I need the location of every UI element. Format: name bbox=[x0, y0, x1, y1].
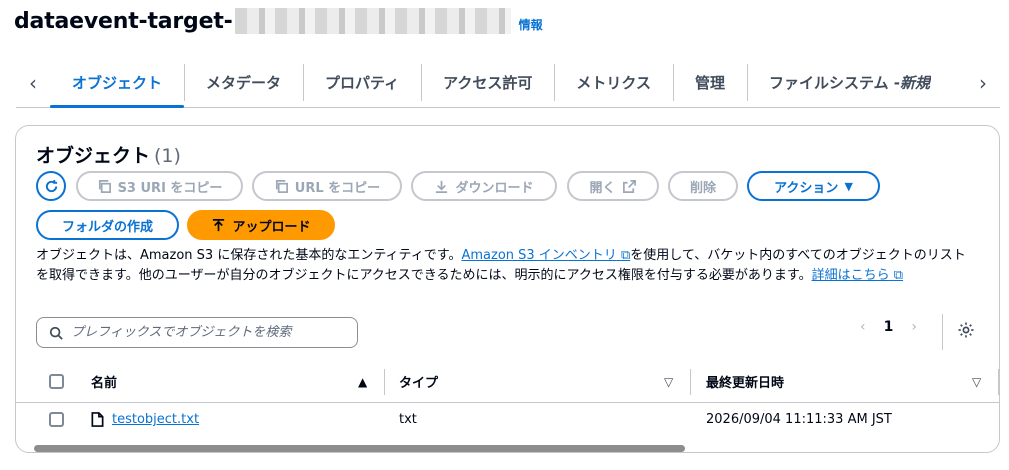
column-divider[interactable] bbox=[690, 369, 691, 395]
actions-dropdown-button[interactable]: アクション ▼ bbox=[747, 171, 880, 201]
next-page-icon[interactable]: › bbox=[911, 319, 917, 335]
tab-file-system-label: ファイルシステム - bbox=[768, 74, 900, 92]
tab-properties[interactable]: プロパティ bbox=[303, 58, 421, 107]
sort-ascending-icon[interactable]: ▲ bbox=[358, 361, 367, 402]
sort-icon[interactable]: ▽ bbox=[664, 361, 673, 402]
tab-management[interactable]: 管理 bbox=[672, 58, 747, 107]
download-button[interactable]: ダウンロード bbox=[411, 171, 557, 201]
upload-button[interactable]: アップロード bbox=[187, 210, 335, 240]
open-label: 開く bbox=[589, 180, 616, 196]
inventory-link-label: Amazon S3 インベントリ bbox=[461, 248, 617, 263]
search-icon bbox=[49, 326, 63, 340]
pager-divider bbox=[942, 314, 943, 350]
object-count: (1) bbox=[154, 145, 181, 167]
object-last-modified: 2026/09/04 11:11:33 AM JST bbox=[706, 412, 892, 427]
file-icon bbox=[91, 412, 104, 427]
learn-more-link[interactable]: 詳細はこちら ⧉ bbox=[812, 268, 903, 283]
tab-scroll-left-icon[interactable]: ‹ bbox=[16, 58, 50, 107]
column-divider[interactable] bbox=[998, 369, 999, 395]
actions-label: アクション bbox=[774, 180, 839, 196]
row-select-cell bbox=[49, 403, 64, 436]
delete-label: 削除 bbox=[689, 180, 716, 196]
objects-panel: オブジェクト (1) S3 URI をコピー URL をコピー ダウンロード 開く… bbox=[15, 125, 1000, 453]
external-link-icon bbox=[622, 179, 636, 193]
refresh-button[interactable] bbox=[36, 171, 66, 201]
column-header-type[interactable]: タイプ bbox=[399, 361, 438, 402]
copy-url-label: URL をコピー bbox=[294, 180, 381, 196]
external-link-icon: ⧉ bbox=[620, 248, 631, 263]
objects-description: オブジェクトは、Amazon S3 に保存された基本的なエンティティです。Ama… bbox=[36, 246, 976, 286]
copy-url-button[interactable]: URL をコピー bbox=[252, 171, 402, 201]
horizontal-scrollbar[interactable] bbox=[34, 445, 685, 452]
table-row: testobject.txt txt 2026/09/04 11:11:33 A… bbox=[16, 403, 999, 436]
current-page[interactable]: 1 bbox=[884, 319, 894, 335]
panel-title-text: オブジェクト bbox=[36, 145, 151, 167]
pagination: ‹ 1 › bbox=[860, 319, 917, 335]
copy-icon bbox=[98, 179, 111, 193]
upload-icon bbox=[213, 218, 225, 231]
download-label: ダウンロード bbox=[455, 180, 534, 196]
table-header: 名前 ▲ タイプ ▽ 最終更新日時 ▽ bbox=[16, 361, 999, 403]
tab-metadata[interactable]: メタデータ bbox=[184, 58, 303, 107]
redacted-bucket-suffix bbox=[234, 8, 511, 34]
objects-table: 名前 ▲ タイプ ▽ 最終更新日時 ▽ testobject.txt txt 2… bbox=[16, 361, 999, 436]
delete-button[interactable]: 削除 bbox=[668, 171, 738, 201]
tab-file-system-new: 新規 bbox=[899, 74, 930, 92]
prev-page-icon[interactable]: ‹ bbox=[860, 319, 866, 335]
open-button[interactable]: 開く bbox=[567, 171, 659, 201]
sort-icon[interactable]: ▽ bbox=[972, 361, 981, 402]
column-header-last-modified[interactable]: 最終更新日時 bbox=[706, 361, 784, 402]
gear-icon[interactable] bbox=[957, 321, 975, 339]
tab-file-system[interactable]: ファイルシステム - 新規 bbox=[746, 58, 931, 107]
caret-down-icon: ▼ bbox=[844, 179, 853, 193]
object-name-cell: testobject.txt bbox=[91, 403, 199, 436]
external-link-icon: ⧉ bbox=[893, 268, 904, 283]
column-divider[interactable] bbox=[384, 369, 385, 395]
description-text-1: オブジェクトは、Amazon S3 に保存された基本的なエンティティです。 bbox=[36, 248, 462, 263]
column-header-name[interactable]: 名前 bbox=[91, 361, 117, 402]
copy-s3-uri-label: S3 URI をコピー bbox=[117, 180, 223, 196]
object-name-link[interactable]: testobject.txt bbox=[112, 412, 199, 427]
create-folder-label: フォルダの作成 bbox=[61, 219, 153, 235]
bucket-name: dataevent-target- bbox=[14, 8, 233, 34]
learn-more-label: 詳細はこちら bbox=[811, 268, 890, 283]
tab-metrics[interactable]: メトリクス bbox=[554, 58, 673, 107]
search-box bbox=[36, 317, 358, 348]
upload-label: アップロード bbox=[232, 219, 311, 235]
copy-s3-uri-button[interactable]: S3 URI をコピー bbox=[76, 171, 243, 201]
tab-scroll-right-icon[interactable]: › bbox=[966, 58, 1000, 107]
create-folder-button[interactable]: フォルダの作成 bbox=[36, 210, 179, 240]
select-all-checkbox[interactable] bbox=[49, 374, 64, 389]
select-all-cell bbox=[49, 361, 64, 402]
tab-bar: ‹ オブジェクト メタデータ プロパティ アクセス許可 メトリクス 管理 ファイ… bbox=[16, 58, 1000, 108]
tab-objects[interactable]: オブジェクト bbox=[50, 58, 185, 108]
tab-permissions[interactable]: アクセス許可 bbox=[421, 58, 554, 107]
bucket-title: dataevent-target- 情報 bbox=[14, 8, 543, 34]
copy-icon bbox=[275, 179, 288, 193]
info-link[interactable]: 情報 bbox=[519, 16, 543, 33]
row-checkbox[interactable] bbox=[49, 412, 64, 427]
panel-title: オブジェクト (1) bbox=[36, 141, 181, 168]
object-type: txt bbox=[399, 412, 417, 427]
download-icon bbox=[436, 180, 448, 193]
refresh-icon bbox=[45, 179, 57, 192]
search-input[interactable] bbox=[71, 325, 331, 340]
inventory-link[interactable]: Amazon S3 インベントリ ⧉ bbox=[461, 248, 630, 263]
